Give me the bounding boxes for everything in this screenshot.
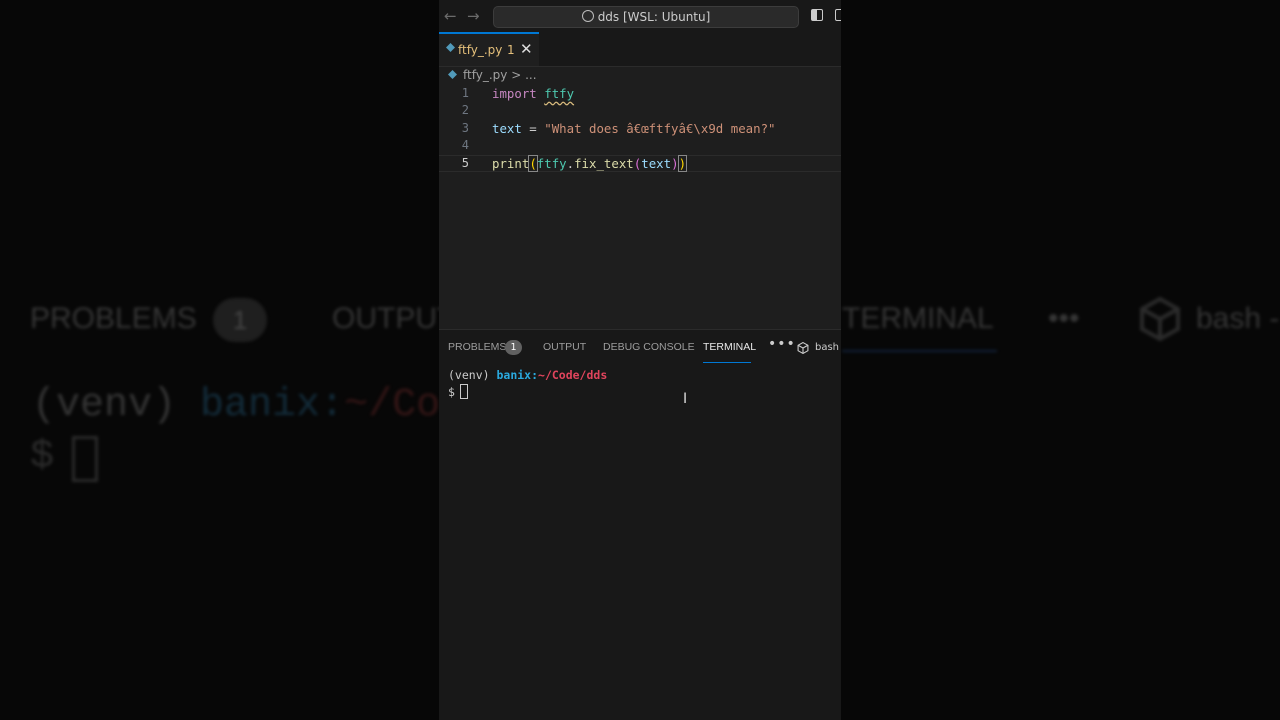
tab-problems[interactable]: PROBLEMS <box>448 341 506 353</box>
background-tab-output: OUTPUT <box>332 302 456 335</box>
toggle-sidebar-icon[interactable] <box>811 9 823 21</box>
prompt-path: ~/Code/dds <box>538 368 608 382</box>
line-number: 3 <box>461 121 469 135</box>
code-line: 1 import ftfy <box>439 86 841 103</box>
tab-terminal[interactable]: TERMINAL <box>703 341 756 353</box>
prompt-user: banix: <box>496 368 539 382</box>
line-number: 4 <box>461 138 469 152</box>
more-actions-icon[interactable]: ••• <box>768 336 796 352</box>
arrow-left-icon[interactable]: ← <box>444 7 457 25</box>
text-cursor-icon: I <box>683 391 688 407</box>
breadcrumb-symbols[interactable]: ... <box>525 68 536 82</box>
arrow-right-icon[interactable]: → <box>467 7 480 25</box>
breadcrumb-file[interactable]: ftfy_.py <box>463 68 507 82</box>
line-number: 5 <box>461 156 469 170</box>
command-center-label: dds [WSL: Ubuntu] <box>597 10 711 24</box>
background-terminal-cube-icon <box>1140 296 1180 342</box>
toggle-panel-icon[interactable] <box>835 9 841 21</box>
bottom-panel: PROBLEMS 1 OUTPUT DEBUG CONSOLE TERMINAL… <box>439 329 841 720</box>
terminal-cursor[interactable] <box>460 384 468 399</box>
terminal-bash-label[interactable]: bash - <box>815 342 841 353</box>
code-line: 4 <box>439 138 841 155</box>
background-prompt-env: (venv) <box>32 383 201 428</box>
background-tab-bash: bash - <box>1196 302 1280 335</box>
terminal-prompt: (venv) banix:~/Code/dds <box>448 368 607 382</box>
code-line-active: 5 print(ftfy.fix_text(text)) <box>439 155 841 172</box>
background-cursor <box>72 436 98 482</box>
search-icon <box>581 10 594 22</box>
code-line: 3 text = "What does â€œftfyâ€\x9d mean?" <box>439 121 841 138</box>
breadcrumb-separator: > <box>511 68 522 82</box>
prompt-dollar: $ <box>448 385 455 399</box>
python-file-icon <box>448 70 457 79</box>
editor-tab-bar: ftfy_.py 1 ✕ <box>439 32 841 67</box>
vscode-window: ← → dds [WSL: Ubuntu] ftfy_.py 1 ✕ ftfy_… <box>439 0 841 720</box>
code-text: print(ftfy.fix_text(text)) <box>492 155 688 172</box>
prompt-env: (venv) <box>448 368 497 382</box>
editor-tab-ftfy[interactable]: ftfy_.py 1 ✕ <box>439 32 539 66</box>
line-number: 2 <box>461 103 469 117</box>
tab-label: ftfy_.py <box>458 43 503 57</box>
problems-badge: 1 <box>505 340 522 355</box>
breadcrumb: ftfy_.py > ... <box>448 68 537 84</box>
close-icon[interactable]: ✕ <box>520 40 533 58</box>
background-badge: 1 <box>213 298 267 342</box>
background-dollar: $ <box>30 435 55 480</box>
code-line: 2 <box>439 103 841 120</box>
line-number: 1 <box>461 86 469 100</box>
title-bar: ← → dds [WSL: Ubuntu] <box>439 0 841 32</box>
code-text: import ftfy <box>492 86 575 101</box>
code-text: text = "What does â€œftfyâ€\x9d mean?" <box>492 121 776 136</box>
background-prompt-user: banix: <box>200 383 345 428</box>
background-tab-problems: PROBLEMS <box>30 302 197 335</box>
tab-problem-count: 1 <box>507 43 515 57</box>
command-center[interactable]: dds [WSL: Ubuntu] <box>493 6 799 28</box>
tab-output[interactable]: OUTPUT <box>543 341 586 353</box>
python-file-icon <box>446 43 455 52</box>
background-tab-terminal: TERMINAL <box>842 302 994 335</box>
background-tab-underline <box>842 350 997 352</box>
active-tab-underline <box>703 362 751 363</box>
background-more-icon: ••• <box>1048 302 1080 335</box>
terminal-cube-icon <box>797 342 809 354</box>
tab-debug-console[interactable]: DEBUG CONSOLE <box>603 341 695 353</box>
